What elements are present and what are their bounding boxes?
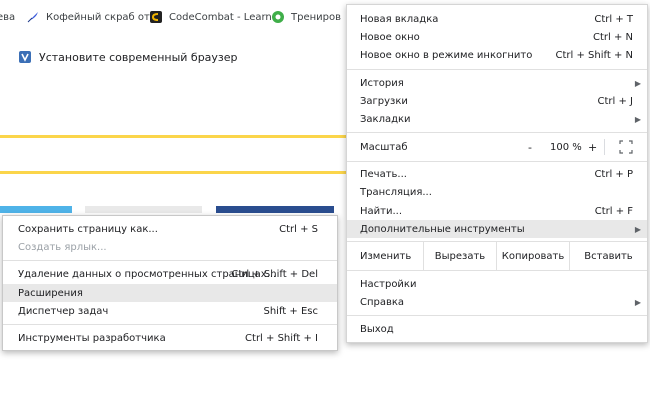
bookmark-label: ева (0, 11, 16, 23)
menu-separator (347, 270, 647, 271)
copy-button[interactable]: Копировать (497, 242, 569, 270)
menu-item-shortcut: Ctrl + Shift + Del (231, 268, 318, 280)
bookmark-item-1[interactable]: ева (0, 9, 15, 25)
bookmark-item-4[interactable]: Трениров (271, 9, 341, 25)
submenu-arrow-icon: ▶ (634, 78, 641, 88)
menu-separator (347, 315, 647, 316)
menu-item-label: Дополнительные инструменты (360, 223, 525, 235)
green-gear-icon (271, 10, 285, 24)
browser-notice[interactable]: Установите современный браузер (18, 50, 238, 64)
submenu-item-clear-browsing-data[interactable]: Удаление данных о просмотренных страница… (3, 265, 337, 283)
bookmark-item-3[interactable]: CodeCombat - Learn (149, 9, 272, 25)
menu-item-label: Диспетчер задач (18, 305, 109, 317)
submenu-item-save-page[interactable]: Сохранить страницу как... Ctrl + S (3, 220, 337, 238)
zoom-in-button[interactable]: + (588, 141, 597, 154)
feather-icon (26, 10, 40, 24)
submenu-arrow-icon: ▶ (634, 297, 641, 307)
menu-item-label: Настройки (360, 278, 417, 290)
thumbnail (0, 206, 72, 213)
thumbnail (216, 206, 334, 213)
menu-item-bookmarks[interactable]: Закладки ▶ (347, 110, 647, 128)
menu-separator (3, 324, 337, 325)
menu-item-shortcut: Shift + Esc (263, 305, 319, 317)
zoom-out-button[interactable]: - (528, 141, 532, 154)
submenu-item-developer-tools[interactable]: Инструменты разработчика Ctrl + Shift + … (3, 329, 337, 347)
menu-item-find[interactable]: Найти... Ctrl + F (347, 202, 647, 220)
menu-item-shortcut: Ctrl + S (279, 223, 318, 235)
yellow-divider (0, 171, 360, 174)
bookmark-item-2[interactable]: Кофейный скраб от (26, 9, 150, 25)
menu-item-label: Создать ярлык... (18, 241, 107, 253)
more-tools-submenu: Сохранить страницу как... Ctrl + S Созда… (2, 215, 338, 351)
bookmark-label: CodeCombat - Learn (169, 11, 272, 23)
menu-item-new-tab[interactable]: Новая вкладка Ctrl + T (347, 10, 647, 28)
menu-item-cast[interactable]: Трансляция... (347, 183, 647, 201)
menu-item-settings[interactable]: Настройки (347, 275, 647, 293)
menu-item-label: Выход (360, 323, 394, 335)
menu-separator (347, 69, 647, 70)
menu-item-label: Закладки (360, 113, 411, 125)
menu-item-label: Печать... (360, 168, 407, 180)
submenu-arrow-icon: ▶ (634, 224, 641, 234)
menu-item-new-window[interactable]: Новое окно Ctrl + N (347, 28, 647, 46)
submenu-item-create-shortcut: Создать ярлык... (3, 238, 337, 256)
menu-item-label: Найти... (360, 205, 403, 217)
zoom-divider (604, 139, 605, 155)
menu-item-shortcut: Ctrl + P (594, 168, 633, 180)
menu-item-shortcut: Ctrl + Shift + N (555, 49, 633, 61)
menu-item-more-tools[interactable]: Дополнительные инструменты ▶ (347, 220, 647, 238)
cut-button[interactable]: Вырезать (424, 242, 496, 270)
menu-item-shortcut: Ctrl + F (594, 205, 633, 217)
codecombat-icon (149, 10, 163, 24)
menu-item-label: Расширения (18, 287, 83, 299)
menu-item-label: Инструменты разработчика (18, 332, 166, 344)
menu-item-shortcut: Ctrl + J (597, 95, 633, 107)
menu-item-label: Масштаб (360, 141, 408, 153)
menu-separator (347, 161, 647, 162)
menu-separator (3, 260, 337, 261)
menu-item-label: Загрузки (360, 95, 408, 107)
menu-item-history[interactable]: История ▶ (347, 74, 647, 92)
yellow-divider (0, 135, 360, 138)
menu-item-zoom: Масштаб - 100 % + (347, 138, 647, 156)
paste-button[interactable]: Вставить (570, 242, 647, 270)
bookmark-label: Трениров (291, 11, 342, 23)
menu-item-exit[interactable]: Выход (347, 320, 647, 338)
chrome-main-menu: Новая вкладка Ctrl + T Новое окно Ctrl +… (346, 4, 648, 343)
menu-item-label: Новое окно в режиме инкогнито (360, 49, 533, 61)
menu-item-incognito-window[interactable]: Новое окно в режиме инкогнито Ctrl + Shi… (347, 46, 647, 64)
menu-item-label: Новая вкладка (360, 13, 439, 25)
menu-item-label: Трансляция... (360, 186, 432, 198)
thumbnail (85, 206, 202, 213)
menu-item-downloads[interactable]: Загрузки Ctrl + J (347, 92, 647, 110)
submenu-item-extensions[interactable]: Расширения (3, 284, 337, 302)
menu-item-print[interactable]: Печать... Ctrl + P (347, 165, 647, 183)
fullscreen-icon[interactable] (619, 140, 633, 154)
menu-item-shortcut: Ctrl + T (594, 13, 633, 25)
menu-item-label: Новое окно (360, 31, 420, 43)
menu-item-label: Справка (360, 296, 405, 308)
menu-row-edit: Изменить Вырезать Копировать Вставить (347, 242, 647, 270)
menu-separator (347, 132, 647, 133)
menu-item-label: История (360, 77, 404, 89)
menu-item-shortcut: Ctrl + N (592, 31, 633, 43)
zoom-level: 100 % (550, 141, 582, 153)
menu-item-shortcut: Ctrl + Shift + I (245, 332, 318, 344)
submenu-arrow-icon: ▶ (634, 114, 641, 124)
bookmark-label: Кофейный скраб от (46, 11, 150, 23)
edit-label: Изменить (360, 250, 412, 262)
notice-text: Установите современный браузер (39, 50, 238, 64)
menu-item-label: Сохранить страницу как... (18, 223, 158, 235)
submenu-item-task-manager[interactable]: Диспетчер задач Shift + Esc (3, 302, 337, 320)
shield-logo-icon (18, 50, 32, 64)
menu-item-help[interactable]: Справка ▶ (347, 293, 647, 311)
